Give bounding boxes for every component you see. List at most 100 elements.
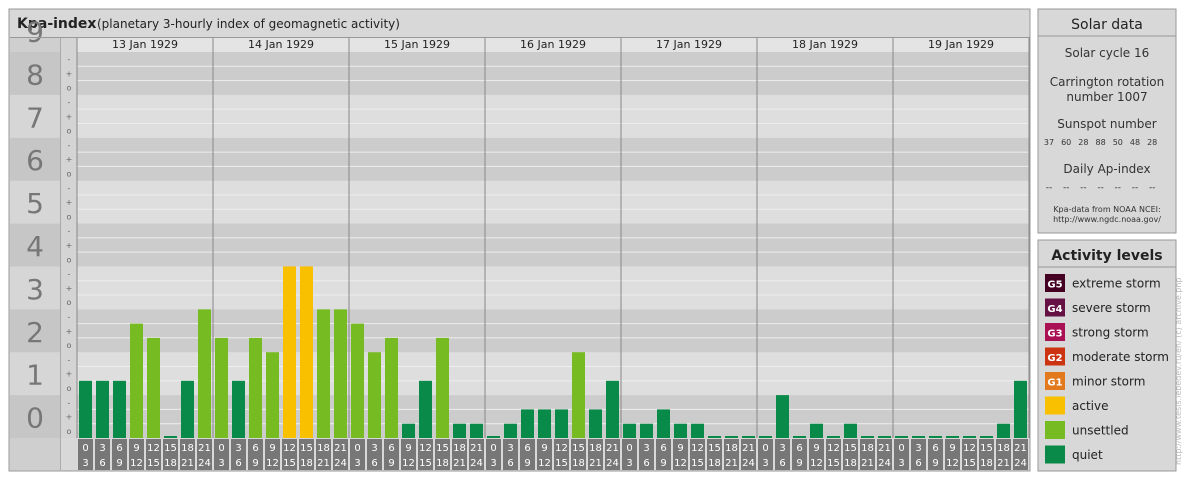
y-tick-label: 4 [26,230,44,263]
kp-bar [878,436,891,438]
legend-label: minor storm [1072,375,1145,389]
x-label-start: 0 [490,443,496,454]
x-label-end: 3 [82,458,88,469]
y-minor-label: + [66,241,73,250]
x-label-end: 9 [932,458,938,469]
day-label: 16 Jan 1929 [520,38,586,51]
y-minor-label: - [68,227,71,236]
kp-band [77,137,1029,181]
legend-label: quiet [1072,448,1103,462]
x-label-start: 15 [980,443,993,454]
x-label-end: 9 [660,458,666,469]
x-label-start: 6 [932,443,938,454]
x-label-start: 18 [453,443,466,454]
kp-bar [759,436,772,438]
x-label-start: 12 [827,443,840,454]
kp-band [77,180,1029,224]
y-minor-label: o [67,427,72,436]
x-label-end: 21 [181,458,194,469]
x-label-start: 21 [470,443,483,454]
x-label-end: 12 [266,458,279,469]
x-label-start: 3 [235,443,241,454]
y-minor-label: - [68,270,71,279]
solar-cycle: Solar cycle 16 [1065,46,1150,60]
kp-bar [674,423,687,438]
y-minor-label: + [66,69,73,78]
x-label-end: 3 [218,458,224,469]
x-label-start: 18 [725,443,738,454]
kp-bar [385,337,398,438]
x-label-end: 3 [490,458,496,469]
kp-bar [929,436,942,438]
x-label-end: 9 [116,458,122,469]
x-label-end: 3 [354,458,360,469]
x-label-start: 18 [997,443,1010,454]
x-label-end: 18 [164,458,177,469]
x-label-end: 6 [235,458,241,469]
x-label-end: 12 [130,458,143,469]
x-label-start: 12 [147,443,160,454]
day-label: 13 Jan 1929 [112,38,178,51]
kp-bar [623,423,636,438]
kp-bar [164,436,177,438]
kp-bar [538,409,551,438]
x-label-start: 9 [541,443,547,454]
x-label-start: 0 [626,443,632,454]
kp-bar [776,395,789,438]
x-label-start: 12 [963,443,976,454]
kp-bar [691,423,704,438]
kp-band [77,266,1029,310]
x-label-start: 12 [419,443,432,454]
ap-value: -- [1115,183,1122,193]
x-label-start: 18 [317,443,330,454]
x-label-start: 3 [915,443,921,454]
x-label-end: 6 [643,458,649,469]
legend-badge: G1 [1047,378,1062,389]
x-label-start: 9 [949,443,955,454]
kp-bar [606,380,619,438]
kp-bar [555,409,568,438]
kp-bar [997,423,1010,438]
ap-title: Daily Ap-index [1063,162,1150,176]
day-label: 14 Jan 1929 [248,38,314,51]
sunspot-value: 28 [1078,138,1088,147]
y-minor-label: + [66,198,73,207]
x-label-start: 9 [813,443,819,454]
x-label-start: 6 [524,443,530,454]
x-label-end: 12 [538,458,551,469]
x-label-start: 6 [796,443,802,454]
x-label-end: 21 [317,458,330,469]
kp-bar [861,436,874,438]
kp-bar [147,337,160,438]
ap-value: -- [1046,183,1053,193]
x-label-end: 12 [946,458,959,469]
kp-bar [793,436,806,438]
kp-bar [487,436,500,438]
x-label-end: 6 [371,458,377,469]
kp-bar [79,380,92,438]
x-label-start: 18 [861,443,874,454]
carrington-line1: Carrington rotation [1050,75,1164,89]
kp-bar [266,352,279,438]
y-minor-label: - [68,312,71,321]
kp-bar [181,380,194,438]
x-label-start: 3 [779,443,785,454]
legend-label: extreme storm [1072,277,1161,291]
kp-bar [317,309,330,438]
y-minor-label: + [66,284,73,293]
x-label-end: 15 [691,458,704,469]
x-label-start: 3 [643,443,649,454]
legend-swatch [1045,421,1065,439]
x-label-start: 21 [742,443,755,454]
y-minor-label: o [67,255,72,264]
x-label-end: 24 [606,458,619,469]
credit-text: http://www.tesis.lebedev.ru/en/ (c) arch… [1174,277,1183,465]
kp-bar [249,337,262,438]
x-label-end: 9 [796,458,802,469]
source-line2: http://www.ngdc.noaa.gov/ [1053,215,1161,224]
x-label-start: 15 [844,443,857,454]
x-label-end: 9 [388,458,394,469]
y-minor-label: - [68,398,71,407]
x-label-end: 24 [470,458,483,469]
solar-data-title: Solar data [1071,17,1143,33]
